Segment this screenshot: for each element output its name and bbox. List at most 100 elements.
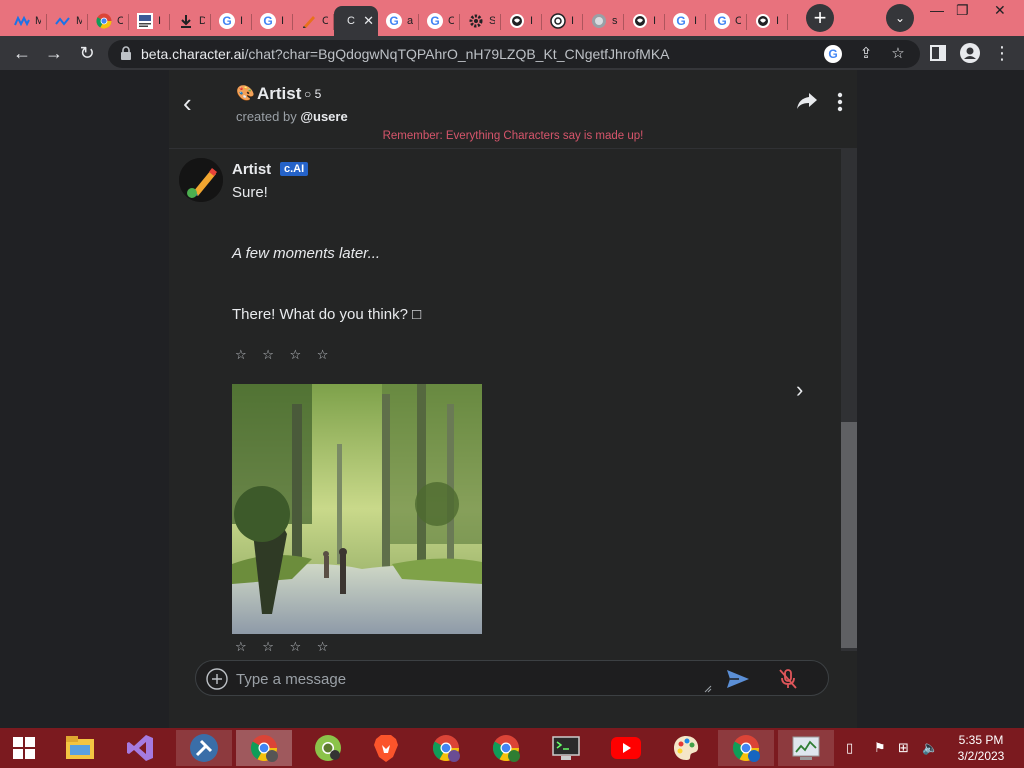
taskbar-app[interactable] (52, 730, 108, 766)
profile-avatar-icon[interactable] (958, 41, 982, 65)
side-panel-icon[interactable] (926, 41, 950, 65)
browser-tab[interactable]: I (542, 6, 583, 36)
taskbar-app[interactable] (718, 730, 774, 766)
minimize-icon[interactable]: — (930, 2, 944, 18)
taskbar-app[interactable] (300, 730, 356, 766)
browser-tab[interactable]: C (293, 6, 334, 36)
taskbar-app[interactable] (658, 730, 714, 766)
taskbar-app[interactable] (112, 730, 168, 766)
browser-tab[interactable]: C (88, 6, 129, 36)
close-tab-icon[interactable]: ✕ (363, 13, 374, 29)
rating-stars[interactable]: ☆ ☆ ☆ ☆ (235, 347, 334, 363)
google-lens-icon[interactable]: G (824, 45, 842, 63)
message-input[interactable] (236, 668, 706, 690)
tab-title: I (530, 15, 534, 27)
tab-title: C (448, 15, 454, 27)
resize-grip-icon[interactable] (704, 685, 712, 693)
tab-title: C (347, 15, 355, 27)
back-icon[interactable]: ← (10, 41, 34, 65)
browser-tab[interactable]: M (6, 6, 47, 36)
bookmark-star-icon[interactable]: ☆ (889, 45, 907, 63)
browser-tab[interactable]: G I (252, 6, 293, 36)
close-window-icon[interactable]: ✕ (994, 2, 1006, 19)
created-by-label: created by (236, 109, 297, 124)
page-content: ‹ 🎨 Artist ○ 5 created by @usere Remembe… (0, 70, 1024, 728)
tab-title: M (76, 15, 82, 27)
notification-flag-icon[interactable]: ⚑ (874, 740, 886, 756)
cai-badge: c.AI (280, 162, 309, 176)
taskbar-app[interactable] (598, 730, 654, 766)
restore-icon[interactable]: ❐ (956, 2, 969, 19)
browser-tab[interactable]: I (129, 6, 170, 36)
browser-tab[interactable]: G C (706, 6, 747, 36)
generated-image[interactable] (232, 384, 482, 634)
browser-tab[interactable]: I (501, 6, 542, 36)
forward-icon[interactable]: → (42, 41, 66, 65)
tab-search-button[interactable]: ⌄ (886, 4, 914, 32)
character-name[interactable]: Artist (257, 84, 301, 104)
file-explorer-icon (66, 736, 94, 759)
taskbar-app[interactable] (778, 730, 834, 766)
send-icon[interactable] (726, 669, 750, 689)
browser-tab[interactable]: M (47, 6, 88, 36)
browser-tab[interactable]: D (170, 6, 211, 36)
new-tab-button[interactable]: + (806, 4, 834, 32)
chat-bubble-icon: ○ (304, 87, 312, 101)
chat-back-button[interactable]: ‹ (183, 90, 203, 116)
browser-tab[interactable]: I (747, 6, 788, 36)
scrollbar-thumb[interactable] (841, 422, 857, 648)
network-icon[interactable]: ⊞ (898, 740, 909, 756)
tab-title: I (776, 15, 780, 27)
browser-tab-active[interactable]: C ✕ (334, 6, 378, 36)
taskbar-app[interactable] (358, 730, 414, 766)
volume-icon[interactable]: 🔈 (922, 740, 938, 756)
tab-title: a (407, 15, 413, 27)
message-line: There! What do you think? □ (232, 306, 422, 323)
chat-header: ‹ 🎨 Artist ○ 5 created by @usere Remembe… (169, 70, 857, 148)
google-icon: G (260, 13, 276, 29)
browser-tab[interactable]: G I (665, 6, 706, 36)
mic-muted-icon[interactable] (778, 668, 798, 690)
chrome-profile-icon (732, 735, 760, 762)
url-text: beta.character.ai/chat?char=BgQdogwNqTQP… (141, 46, 670, 62)
browser-tab[interactable]: s (583, 6, 624, 36)
tablet-mode-icon[interactable]: ▯ (846, 740, 853, 756)
share-icon[interactable] (796, 92, 818, 110)
reminder-banner: Remember: Everything Characters say is m… (382, 130, 644, 142)
tab-title: I (694, 15, 698, 27)
globe-icon (755, 13, 771, 29)
news-icon (137, 13, 153, 29)
system-clock[interactable]: 5:35 PM 3/2/2023 (948, 732, 1014, 764)
start-button[interactable] (0, 730, 48, 766)
add-circle-icon[interactable] (206, 668, 228, 690)
chat-count: ○ 5 (304, 87, 321, 101)
browser-tab[interactable]: G C (419, 6, 460, 36)
browser-tab[interactable]: I (624, 6, 665, 36)
address-bar[interactable]: beta.character.ai/chat?char=BgQdogwNqTQP… (108, 40, 920, 68)
google-icon: G (219, 13, 235, 29)
creator-link[interactable]: @usere (300, 109, 347, 124)
browser-tab[interactable]: S (460, 6, 501, 36)
youtube-icon (611, 737, 641, 759)
share-page-icon[interactable]: ⇪ (857, 45, 875, 63)
reload-icon[interactable]: ↻ (75, 41, 99, 65)
taskbar-app[interactable] (176, 730, 232, 766)
next-response-icon[interactable]: › (796, 377, 803, 403)
tab-title: S (489, 15, 495, 27)
browser-tab[interactable]: G I (211, 6, 252, 36)
browser-menu-icon[interactable]: ⋮ (990, 41, 1014, 65)
taskbar-app[interactable] (418, 730, 474, 766)
browser-tab[interactable]: G a (378, 6, 419, 36)
taskbar-app[interactable] (538, 730, 594, 766)
taskbar-app[interactable] (478, 730, 534, 766)
brave-icon (374, 735, 398, 762)
more-options-icon[interactable] (837, 92, 843, 112)
google-icon: G (714, 13, 730, 29)
chat-count-value: 5 (314, 87, 322, 101)
taskbar-app[interactable] (236, 730, 292, 766)
terminal-icon (552, 736, 580, 760)
clock-date: 3/2/2023 (957, 749, 1005, 763)
rating-stars[interactable]: ☆ ☆ ☆ ☆ (235, 639, 334, 651)
character-avatar[interactable] (179, 158, 223, 202)
lock-icon[interactable] (120, 46, 132, 60)
